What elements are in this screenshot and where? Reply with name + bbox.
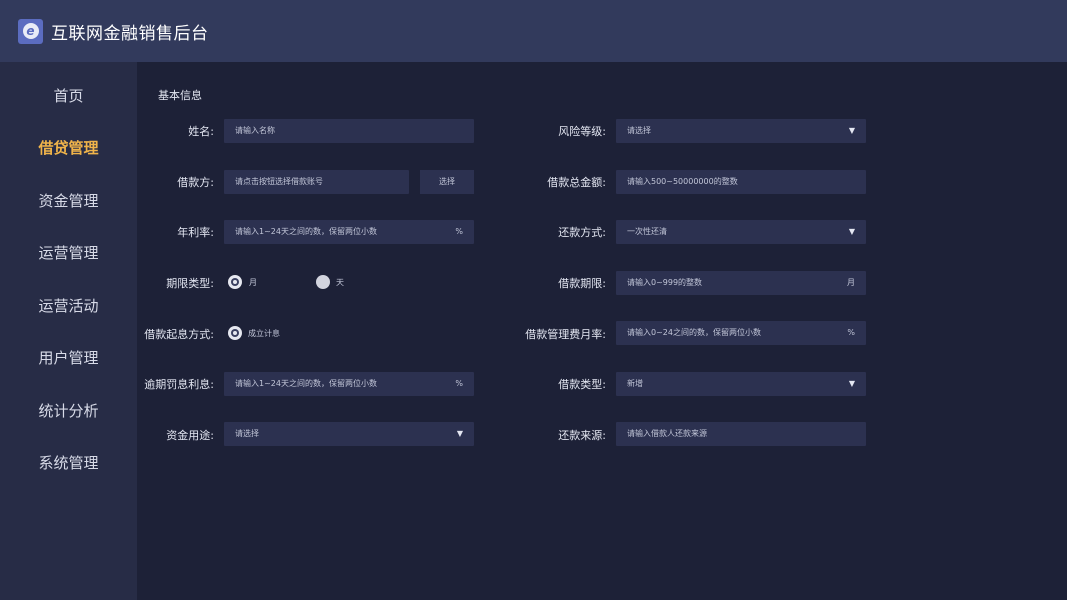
name-input[interactable]: 请输入名称 [224,119,474,143]
total-amount-input[interactable]: 请输入500~50000000的整数 [616,170,866,194]
term-type-day-label: 天 [336,278,344,287]
loan-type-label: 借款类型: [558,378,606,391]
sidebar-item-fund-management[interactable]: 资金管理 [0,190,137,211]
select-borrower-button[interactable]: 选择 [420,170,474,194]
annual-rate-input[interactable]: 请输入1~24天之间的数，保留两位小数 % [224,220,474,244]
mgmt-fee-rate-input[interactable]: 请输入0~24之间的数，保留两位小数 % [616,321,866,345]
term-type-day-radio[interactable] [316,275,330,289]
chevron-down-icon: ▼ [848,379,855,388]
sidebar-item-operations-activities[interactable]: 运营活动 [0,295,137,316]
interest-start-option-label: 成立计息 [248,329,280,338]
month-suffix: 月 [847,278,855,287]
app-logo-icon: e [18,18,43,44]
borrower-label: 借款方: [177,176,214,189]
overdue-rate-label: 逾期罚息利息: [144,378,214,391]
risk-level-label: 风险等级: [558,125,606,138]
annual-rate-label: 年利率: [177,226,214,239]
borrower-input[interactable]: 请点击按钮选择借款账号 [224,170,409,194]
overdue-rate-input[interactable]: 请输入1~24天之间的数，保留两位小数 % [224,372,474,396]
repay-method-select[interactable]: 一次性还清 ▼ [616,220,866,244]
risk-level-select[interactable]: 请选择 ▼ [616,119,866,143]
name-label: 姓名: [188,125,214,138]
sidebar-item-user-management[interactable]: 用户管理 [0,347,137,368]
percent-suffix: % [847,328,855,337]
top-header: e 互联网金融销售后台 [0,0,1067,62]
term-type-month-radio[interactable] [228,275,242,289]
loan-term-label: 借款期限: [558,277,606,290]
section-title: 基本信息 [158,89,202,102]
repay-source-input[interactable]: 请输入借款人还款来源 [616,422,866,446]
fund-usage-label: 资金用途: [166,429,214,442]
percent-suffix: % [455,227,463,236]
repay-method-label: 还款方式: [558,226,606,239]
sidebar-item-home[interactable]: 首页 [0,85,137,106]
sidebar-item-operations-management[interactable]: 运营管理 [0,242,137,263]
chevron-down-icon: ▼ [848,227,855,236]
percent-suffix: % [455,379,463,388]
sidebar-item-system-management[interactable]: 系统管理 [0,452,137,473]
repay-source-label: 还款来源: [558,429,606,442]
chevron-down-icon: ▼ [848,126,855,135]
sidebar-item-loan-management[interactable]: 借贷管理 [0,137,137,158]
chevron-down-icon: ▼ [456,429,463,438]
interest-start-radio[interactable] [228,326,242,340]
term-type-label: 期限类型: [166,277,214,290]
total-amount-label: 借款总金额: [547,176,606,189]
interest-start-label: 借款起息方式: [144,328,214,341]
loan-type-select[interactable]: 新增 ▼ [616,372,866,396]
app-title: 互联网金融销售后台 [51,23,209,44]
mgmt-fee-rate-label: 借款管理费月率: [525,328,606,341]
term-type-month-label: 月 [249,278,257,287]
fund-usage-select[interactable]: 请选择 ▼ [224,422,474,446]
loan-term-input[interactable]: 请输入0~999的整数 月 [616,271,866,295]
sidebar-item-statistics[interactable]: 统计分析 [0,400,137,421]
